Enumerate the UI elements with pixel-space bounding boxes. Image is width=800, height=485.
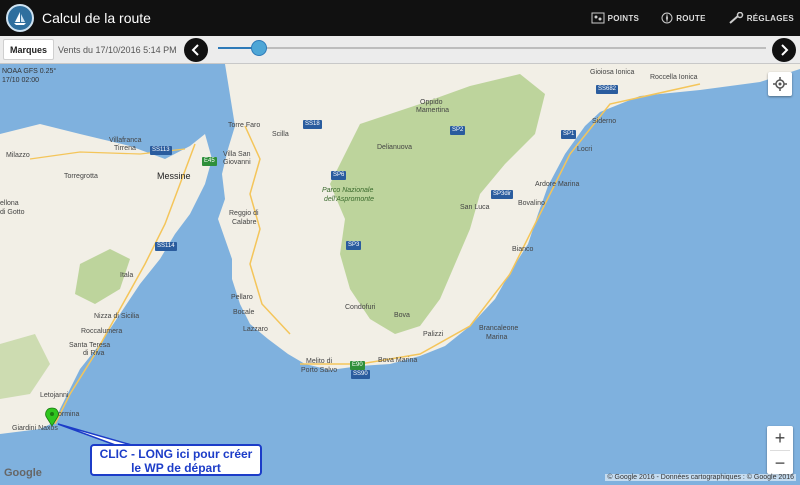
map-points-icon — [591, 12, 605, 24]
next-time-button[interactable] — [772, 38, 796, 62]
route-label: ROUTE — [676, 13, 706, 23]
map-label: Torre Faro — [228, 122, 261, 129]
zoom-controls: + − — [767, 426, 793, 474]
map-label-park: dell'Aspromonte — [324, 196, 374, 203]
map-label: Palizzi — [423, 331, 444, 338]
road-shield: SP3dir — [491, 190, 514, 199]
app-logo[interactable] — [6, 4, 34, 32]
route-button[interactable]: ROUTE — [661, 12, 706, 24]
map-label: Letojanni — [40, 392, 69, 399]
weather-model-name: NOAA GFS 0.25° — [2, 68, 57, 75]
map-label: Santa Teresa — [69, 342, 111, 349]
map-label: Itala — [120, 272, 134, 279]
zoom-in-button[interactable]: + — [767, 426, 793, 450]
map-label: Bovalino — [518, 200, 545, 207]
my-location-button[interactable] — [768, 72, 792, 96]
map-label: Condofuri — [345, 304, 376, 311]
road-shield: SP6 — [331, 171, 347, 180]
map-label: Torregrotta — [64, 173, 98, 180]
map-label: Roccalumera — [81, 328, 123, 335]
map-label: Siderno — [592, 118, 617, 125]
chevron-right-icon — [781, 44, 789, 56]
map-label: Nizza di Sicilia — [94, 313, 140, 320]
tab-marques[interactable]: Marques — [3, 39, 55, 60]
points-label: POINTS — [607, 13, 640, 23]
instruction-callout: CLIC - LONG ici pour créer le WP de dépa… — [90, 444, 262, 476]
map-label: Pellaro — [231, 294, 253, 301]
settings-label: RÉGLAGES — [746, 13, 794, 23]
app-header: Calcul de la route POINTS ROUTE RÉGLAGES — [0, 0, 800, 36]
road-shield: E45 — [202, 157, 217, 166]
map-label: Bocale — [233, 309, 255, 316]
chevron-left-icon — [191, 44, 199, 56]
map-label: Giovanni — [223, 159, 251, 166]
map-label: Locri — [577, 146, 593, 153]
map-label: Villafranca — [109, 137, 142, 144]
sailboat-icon — [14, 12, 26, 25]
road-shield: SP2 — [450, 126, 466, 135]
road-shield: SS114 — [155, 242, 177, 251]
map-label: Reggio di — [229, 210, 259, 217]
map-label: Marina — [486, 334, 508, 341]
road-shield: SS113 — [150, 146, 172, 155]
map-label: Porto Salvo — [301, 367, 338, 374]
map-copyright: © Google 2016 - Données cartographiques … — [605, 474, 796, 481]
map-label: Melito di — [306, 358, 333, 365]
map-label: Roccella Ionica — [650, 74, 698, 81]
map-label-messina: Messine — [157, 171, 191, 181]
map-label: Brancaleone — [479, 325, 519, 332]
weather-model-time: 17/10 02:00 — [2, 77, 39, 84]
wrench-icon — [729, 12, 743, 24]
map-label: Lazzaro — [243, 326, 268, 333]
map-label: ellona — [0, 200, 19, 207]
map-label: Bianco — [512, 246, 534, 253]
wind-datetime-label: Vents du 17/10/2016 5:14 PM — [58, 45, 177, 55]
map-label: Bova Marina — [378, 357, 418, 364]
map-label: Villa San — [223, 151, 251, 158]
time-slider-thumb[interactable] — [251, 40, 267, 56]
road-shield: SS682 — [596, 85, 619, 94]
map-label: Mamertina — [416, 107, 450, 114]
map-label-park: Parco Nazionale — [322, 187, 374, 194]
map-label: Bova — [394, 312, 410, 319]
weather-model-label: NOAA GFS 0.25° 17/10 02:00 — [2, 67, 56, 85]
time-slider-track[interactable] — [218, 47, 766, 49]
points-button[interactable]: POINTS — [591, 12, 640, 24]
map-label: Oppido — [420, 99, 443, 106]
road-shield: SS90 — [351, 370, 370, 379]
map-label: San Luca — [460, 204, 490, 211]
callout-line-1: CLIC - LONG ici pour créer — [99, 447, 253, 461]
map-label: Ardore Marina — [535, 181, 580, 188]
map-label: Tirrena — [114, 145, 136, 152]
road-shield: SP1 — [561, 130, 577, 139]
map-label: di Gotto — [0, 209, 25, 216]
road-shield: E90 — [350, 361, 365, 370]
map-label: Gioiosa Ionica — [590, 69, 635, 76]
zoom-out-button[interactable]: − — [767, 451, 793, 475]
map-label: Scilla — [272, 131, 289, 138]
map-label: Giardini Naxos — [12, 425, 58, 432]
road-shield: SS18 — [303, 120, 322, 129]
previous-time-button[interactable] — [184, 38, 208, 62]
road-shield: SP3 — [346, 241, 362, 250]
time-toolbar: Marques Vents du 17/10/2016 5:14 PM — [0, 36, 800, 64]
map-label: Milazzo — [6, 152, 30, 159]
google-logo: Google — [4, 467, 42, 479]
settings-button[interactable]: RÉGLAGES — [728, 12, 794, 24]
map-label: Delianuova — [377, 144, 413, 151]
map-label: di Riva — [83, 350, 105, 357]
callout-line-2: le WP de départ — [131, 461, 221, 475]
page-title: Calcul de la route — [42, 10, 151, 26]
map-label: ormina — [58, 411, 80, 418]
compass-icon — [661, 12, 673, 24]
map-label: Calabre — [232, 219, 257, 226]
crosshair-icon — [773, 77, 787, 91]
header-actions: POINTS ROUTE RÉGLAGES — [569, 0, 794, 36]
